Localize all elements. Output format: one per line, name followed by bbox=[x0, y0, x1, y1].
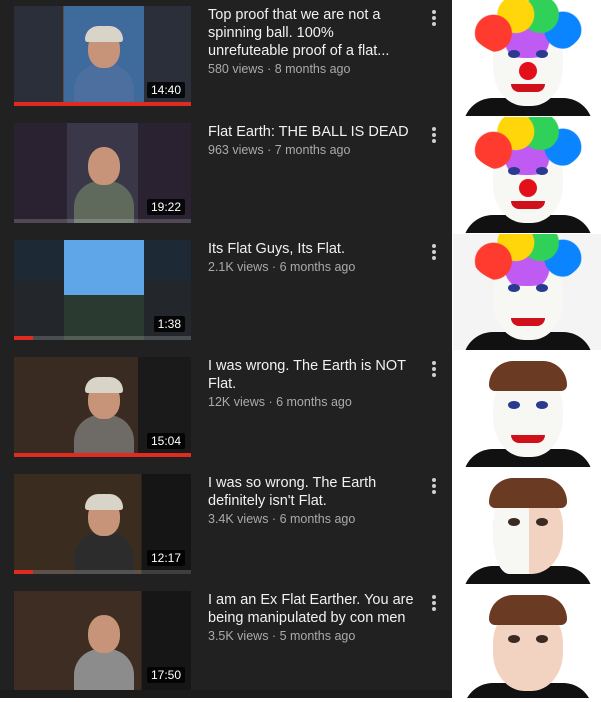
meme-panel-full-clown bbox=[453, 117, 601, 233]
more-vert-icon[interactable] bbox=[428, 593, 440, 613]
video-title[interactable]: I was so wrong. The Earth definitely isn… bbox=[208, 474, 418, 510]
thumbnail-person bbox=[74, 377, 134, 457]
upload-age: 7 months ago bbox=[274, 143, 351, 157]
thumbnail-person bbox=[74, 26, 134, 106]
more-vert-icon[interactable] bbox=[428, 359, 440, 379]
thumbnail-person bbox=[74, 611, 134, 691]
upload-age: 6 months ago bbox=[279, 512, 356, 526]
meta-separator: · bbox=[268, 512, 280, 526]
video-info[interactable]: I was so wrong. The Earth definitely isn… bbox=[208, 474, 418, 528]
video-thumbnail[interactable]: 14:40 bbox=[14, 6, 191, 106]
video-title[interactable]: I was wrong. The Earth is NOT Flat. bbox=[208, 357, 418, 393]
meta-separator: · bbox=[263, 143, 275, 157]
watch-progress-bar bbox=[14, 453, 191, 457]
video-meta: 3.5K views · 5 months ago bbox=[208, 628, 418, 645]
view-count: 2.1K views bbox=[208, 260, 269, 274]
duration-badge: 1:38 bbox=[153, 316, 185, 332]
more-vert-icon[interactable] bbox=[428, 476, 440, 496]
video-thumbnail[interactable]: 1:38 bbox=[14, 240, 191, 340]
video-thumbnail[interactable]: 17:50 bbox=[14, 591, 191, 691]
video-meta: 12K views · 6 months ago bbox=[208, 394, 418, 411]
view-count: 3.5K views bbox=[208, 629, 269, 643]
progress-track bbox=[14, 570, 191, 574]
meme-panel-full-clown bbox=[453, 0, 601, 116]
meta-separator: · bbox=[264, 395, 277, 409]
thumbnail-person bbox=[74, 494, 134, 574]
video-title[interactable]: Its Flat Guys, Its Flat. bbox=[208, 240, 418, 258]
video-thumbnail[interactable]: 12:17 bbox=[14, 474, 191, 574]
more-vert-icon[interactable] bbox=[428, 8, 440, 28]
video-info[interactable]: Its Flat Guys, Its Flat. 2.1K views · 6 … bbox=[208, 240, 418, 276]
duration-badge: 12:17 bbox=[146, 550, 185, 566]
upload-age: 5 months ago bbox=[279, 629, 356, 643]
video-title[interactable]: Flat Earth: THE BALL IS DEAD bbox=[208, 123, 418, 141]
more-vert-icon[interactable] bbox=[428, 125, 440, 145]
progress-track bbox=[14, 336, 191, 340]
video-thumbnail[interactable]: 15:04 bbox=[14, 357, 191, 457]
watch-progress-bar bbox=[14, 102, 191, 106]
video-meta: 3.4K views · 6 months ago bbox=[208, 511, 418, 528]
meta-separator: · bbox=[263, 62, 275, 76]
bottom-nav-bar bbox=[0, 690, 452, 698]
video-info[interactable]: I am an Ex Flat Earther. You are being m… bbox=[208, 591, 418, 645]
video-row[interactable]: 15:04 I was wrong. The Earth is NOT Flat… bbox=[0, 351, 452, 468]
video-feed: 14:40 Top proof that we are not a spinni… bbox=[0, 0, 452, 698]
view-count: 12K views bbox=[208, 395, 265, 409]
thumbnail-sky bbox=[64, 240, 144, 340]
meta-separator: · bbox=[268, 260, 280, 274]
watch-progress-bar bbox=[14, 570, 34, 574]
video-title[interactable]: I am an Ex Flat Earther. You are being m… bbox=[208, 591, 418, 627]
video-info[interactable]: Top proof that we are not a spinning bal… bbox=[208, 6, 418, 78]
progress-track bbox=[14, 219, 191, 223]
video-row[interactable]: 12:17 I was so wrong. The Earth definite… bbox=[0, 468, 452, 585]
upload-age: 8 months ago bbox=[274, 62, 351, 76]
upload-age: 6 months ago bbox=[276, 395, 352, 409]
view-count: 3.4K views bbox=[208, 512, 269, 526]
upload-age: 6 months ago bbox=[279, 260, 356, 274]
meme-panel-putting-on-wig bbox=[453, 234, 601, 350]
video-info[interactable]: Flat Earth: THE BALL IS DEAD 963 views ·… bbox=[208, 123, 418, 159]
thumbnail-person bbox=[74, 143, 134, 223]
video-info[interactable]: I was wrong. The Earth is NOT Flat. 12K … bbox=[208, 357, 418, 411]
view-count: 963 views bbox=[208, 143, 264, 157]
video-thumbnail[interactable]: 19:22 bbox=[14, 123, 191, 223]
video-row[interactable]: 14:40 Top proof that we are not a spinni… bbox=[0, 0, 452, 117]
more-vert-icon[interactable] bbox=[428, 242, 440, 262]
watch-progress-bar bbox=[14, 336, 34, 340]
view-count: 580 views bbox=[208, 62, 264, 76]
duration-badge: 17:50 bbox=[146, 667, 185, 683]
duration-badge: 19:22 bbox=[146, 199, 185, 215]
meme-panel-white-base bbox=[453, 468, 601, 584]
meta-separator: · bbox=[268, 629, 280, 643]
duration-badge: 15:04 bbox=[146, 433, 185, 449]
meme-panel-face-paint bbox=[453, 351, 601, 467]
meme-panel-bare-face bbox=[453, 585, 601, 698]
duration-badge: 14:40 bbox=[146, 82, 185, 98]
video-row[interactable]: 19:22 Flat Earth: THE BALL IS DEAD 963 v… bbox=[0, 117, 452, 234]
video-meta: 2.1K views · 6 months ago bbox=[208, 259, 418, 276]
video-meta: 963 views · 7 months ago bbox=[208, 142, 418, 159]
video-meta: 580 views · 8 months ago bbox=[208, 61, 418, 78]
video-row[interactable]: 17:50 I am an Ex Flat Earther. You are b… bbox=[0, 585, 452, 702]
video-title[interactable]: Top proof that we are not a spinning bal… bbox=[208, 6, 418, 60]
video-row[interactable]: 1:38 Its Flat Guys, Its Flat. 2.1K views… bbox=[0, 234, 452, 351]
